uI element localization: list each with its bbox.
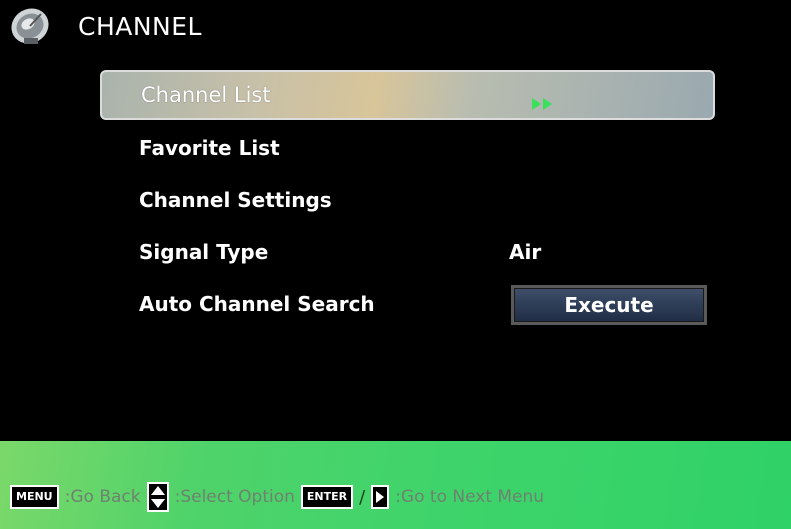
menu-item-label: Favorite List bbox=[139, 136, 280, 160]
menu-item-favorite-list[interactable]: Favorite List bbox=[100, 122, 715, 174]
menu-item-channel-list[interactable]: Channel List bbox=[100, 70, 715, 120]
menu-item-label: Signal Type bbox=[139, 240, 269, 264]
tv-menu-screen: CHANNEL Channel List Favorite List Chann… bbox=[0, 0, 791, 529]
next-menu-hint: :Go to Next Menu bbox=[395, 487, 545, 507]
right-arrow-key-icon bbox=[371, 485, 390, 509]
help-bar: MENU :Go Back :Select Option ENTER / :Go… bbox=[0, 441, 791, 529]
signal-type-value: Air bbox=[509, 240, 542, 264]
satellite-dish-icon bbox=[8, 4, 52, 48]
enter-key-icon: ENTER bbox=[300, 485, 354, 509]
menu-key-icon: MENU bbox=[10, 485, 59, 509]
execute-button[interactable]: Execute bbox=[511, 285, 707, 325]
select-option-hint: :Select Option bbox=[174, 487, 295, 507]
menu-item-label: Channel List bbox=[141, 83, 271, 107]
page-title: CHANNEL bbox=[78, 11, 202, 41]
separator-slash: / bbox=[359, 486, 366, 508]
up-down-arrow-icon bbox=[146, 482, 169, 512]
menu-item-auto-channel-search[interactable]: Auto Channel Search Execute bbox=[100, 278, 715, 330]
menu-item-signal-type[interactable]: Signal Type Air bbox=[100, 226, 715, 278]
help-bar-content: MENU :Go Back :Select Option ENTER / :Go… bbox=[10, 482, 545, 512]
menu-item-channel-settings[interactable]: Channel Settings bbox=[100, 174, 715, 226]
go-back-hint: :Go Back bbox=[64, 487, 141, 507]
menu-item-label: Channel Settings bbox=[139, 188, 332, 212]
menu-header: CHANNEL bbox=[8, 4, 202, 48]
double-arrow-right-icon bbox=[532, 91, 554, 110]
menu-item-label: Auto Channel Search bbox=[139, 292, 375, 316]
channel-menu: Channel List Favorite List Channel Setti… bbox=[100, 70, 715, 330]
